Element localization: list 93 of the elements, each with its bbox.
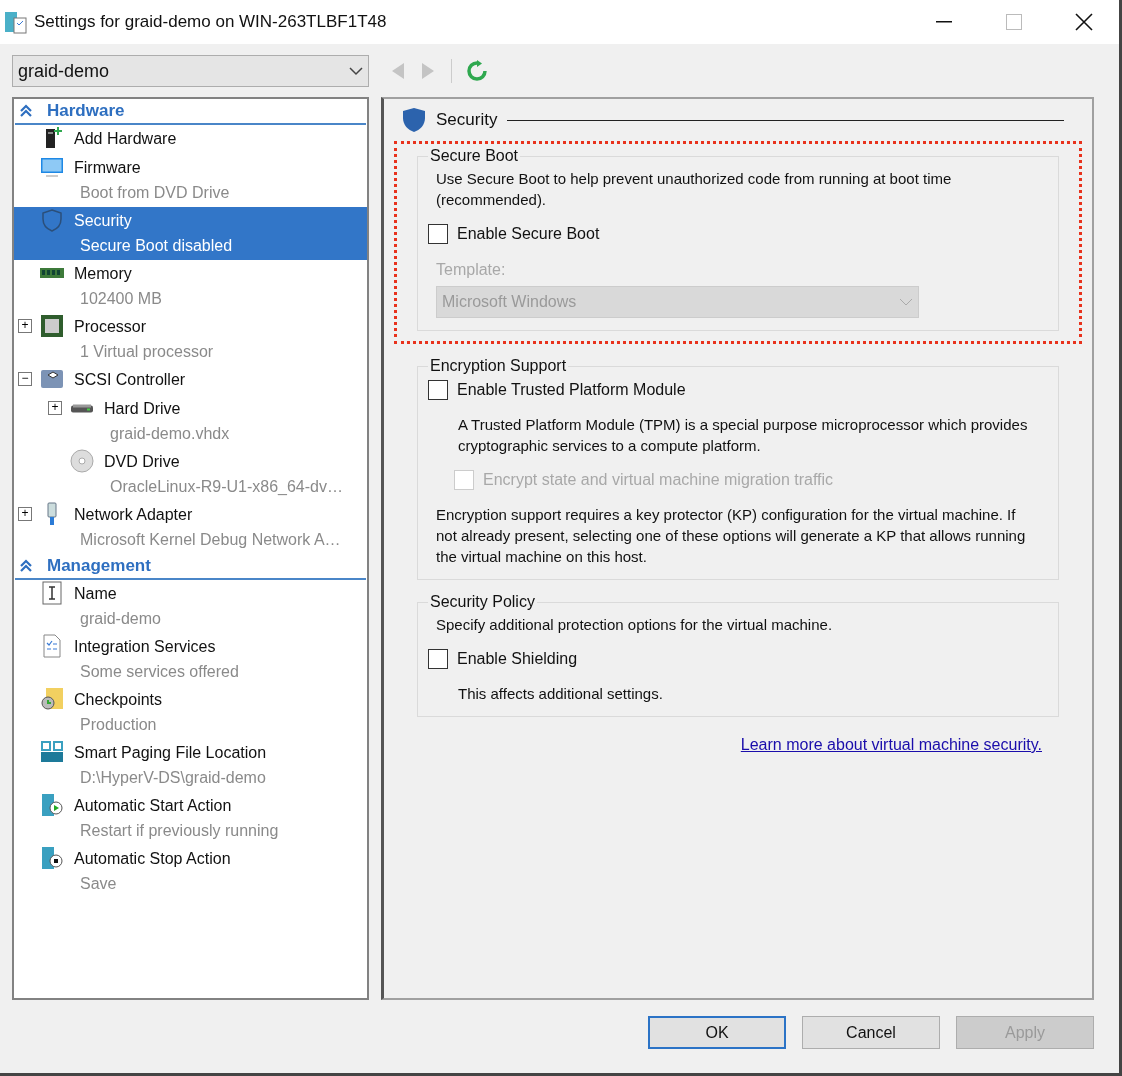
description-text: Use Secure Boot to help prevent unauthorized code from running at boot time (recommended). — [435, 169, 953, 210]
checkbox-label: Enable Secure Boot — [457, 224, 600, 244]
disc-icon — [70, 449, 94, 473]
tree-item[interactable]: Smart Paging File Location D:\HyperV-DS\graid-demo — [14, 739, 367, 792]
checkbox-label: Enable Trusted Platform Module — [457, 380, 686, 400]
item-detail: Production — [79, 715, 158, 735]
controller-icon — [40, 367, 64, 391]
tree-item[interactable]: Checkpoints Production — [14, 686, 367, 739]
dialog-button[interactable]: Cancel — [802, 1016, 940, 1049]
group-title: Encryption Support — [429, 356, 568, 376]
minimize-icon — [936, 21, 952, 23]
tree-item[interactable]: + Hard Drive graid-demo.vhdx — [14, 395, 367, 448]
paging-icon — [40, 740, 64, 764]
chevron-down-icon — [349, 66, 363, 76]
maximize-icon — [1006, 14, 1022, 30]
checkbox[interactable] — [428, 380, 448, 400]
item-label: Checkpoints — [74, 690, 163, 710]
double-chevron-up-icon — [19, 104, 33, 118]
checklist-icon — [40, 634, 64, 658]
tree-item[interactable]: + Network Adapter Microsoft Kernel Debug Network A… — [14, 501, 367, 554]
expander-toggle[interactable]: − — [18, 372, 32, 386]
item-detail: Boot from DVD Drive — [79, 183, 230, 203]
section-header[interactable]: Management — [15, 554, 366, 580]
item-label: Memory — [74, 264, 133, 284]
vm-dropdown[interactable]: graid-demo — [12, 55, 369, 87]
item-label: DVD Drive — [104, 452, 181, 472]
item-detail: Save — [79, 874, 118, 894]
settings-window-icon — [4, 10, 28, 34]
note-text: A Trusted Platform Module (TPM) is a special purpose microprocessor which provides cryptographic services to a compute platform. — [457, 415, 1029, 456]
item-detail: Some services offered — [79, 662, 239, 682]
section-header[interactable]: Hardware — [15, 99, 366, 125]
checkbox-label: Enable Shielding — [457, 649, 578, 669]
expander-toggle[interactable]: + — [18, 507, 32, 521]
item-label: Network Adapter — [74, 505, 194, 525]
folder-clock-icon — [40, 687, 64, 711]
hard-drive-icon — [70, 403, 94, 413]
description-text: Specify additional protection options for the virtual machine. — [435, 615, 834, 635]
item-label: SCSI Controller — [74, 370, 186, 390]
tree-item[interactable]: Automatic Start Action Restart if previously running — [14, 792, 367, 845]
item-detail: Microsoft Kernel Debug Network A… — [79, 530, 341, 550]
item-label: Processor — [74, 317, 148, 337]
item-label: Automatic Stop Action — [74, 849, 231, 869]
item-detail: 1 Virtual processor — [79, 342, 214, 362]
item-detail: graid-demo.vhdx — [109, 424, 230, 444]
learn-more-link[interactable]: Learn more about virtual machine security. — [740, 733, 1042, 757]
shield-icon — [40, 208, 64, 232]
tree-item[interactable]: Automatic Stop Action Save — [14, 845, 367, 898]
item-detail: D:\HyperV-DS\graid-demo — [79, 768, 267, 788]
tree-item[interactable]: Add Hardware — [14, 125, 367, 154]
tree-item[interactable]: Integration Services Some services offered — [14, 633, 367, 686]
tree-item[interactable]: Memory 102400 MB — [14, 260, 367, 313]
shield-icon — [402, 107, 426, 133]
item-label: Security — [74, 211, 133, 231]
tree-item[interactable]: DVD Drive OracleLinux-R9-U1-x86_64-dv… — [14, 448, 367, 501]
field-label: Template: — [436, 260, 507, 280]
item-label: Hard Drive — [104, 399, 182, 419]
item-detail: Restart if previously running — [79, 821, 279, 841]
double-chevron-up-icon — [19, 559, 33, 573]
server-stop-icon — [40, 846, 64, 870]
item-detail: graid-demo — [79, 609, 161, 629]
checkbox[interactable] — [428, 224, 448, 244]
note-text: This affects additional settings. — [457, 684, 664, 704]
tree-item[interactable]: Name graid-demo — [14, 580, 367, 633]
panel-heading: Security — [436, 109, 498, 132]
item-label: Add Hardware — [74, 129, 177, 149]
item-label: Smart Paging File Location — [74, 743, 267, 763]
tree-item[interactable]: Security Secure Boot disabled — [14, 207, 367, 260]
expander-toggle[interactable]: + — [18, 319, 32, 333]
text-cursor-icon — [40, 581, 64, 605]
item-label: Name — [74, 584, 118, 604]
chip-icon — [40, 314, 64, 338]
tree-item[interactable]: + Processor 1 Virtual processor — [14, 313, 367, 366]
expander-toggle[interactable]: + — [48, 401, 62, 415]
item-detail: Secure Boot disabled — [79, 236, 233, 256]
monitor-icon — [40, 155, 64, 179]
close-icon — [1075, 13, 1093, 31]
refresh-button[interactable] — [466, 60, 488, 82]
group-title: Security Policy — [429, 592, 536, 612]
description-text: Encryption support requires a key protector (KP) configuration for the virtual machine. If not already present, selecting one of these options will generate a KP that allows running the virtual machine on this host. — [435, 505, 1027, 567]
item-label: Firmware — [74, 158, 142, 178]
chevron-down-icon — [899, 297, 913, 307]
window-title: Settings for graid-demo on WIN-263TLBF1T48 — [34, 11, 387, 34]
item-detail: 102400 MB — [79, 289, 162, 309]
group-title: Secure Boot — [429, 146, 520, 166]
tree-item[interactable]: Firmware Boot from DVD Drive — [14, 154, 367, 207]
tree-item[interactable]: − SCSI Controller — [14, 366, 367, 395]
checkbox[interactable] — [428, 649, 448, 669]
dialog-button[interactable]: OK — [648, 1016, 786, 1049]
item-detail: OracleLinux-R9-U1-x86_64-dv… — [109, 477, 343, 497]
item-label: Integration Services — [74, 637, 217, 657]
checkbox-label: Encrypt state and virtual machine migration traffic — [483, 470, 834, 490]
item-label: Automatic Start Action — [74, 796, 233, 816]
server-play-icon — [40, 793, 64, 817]
